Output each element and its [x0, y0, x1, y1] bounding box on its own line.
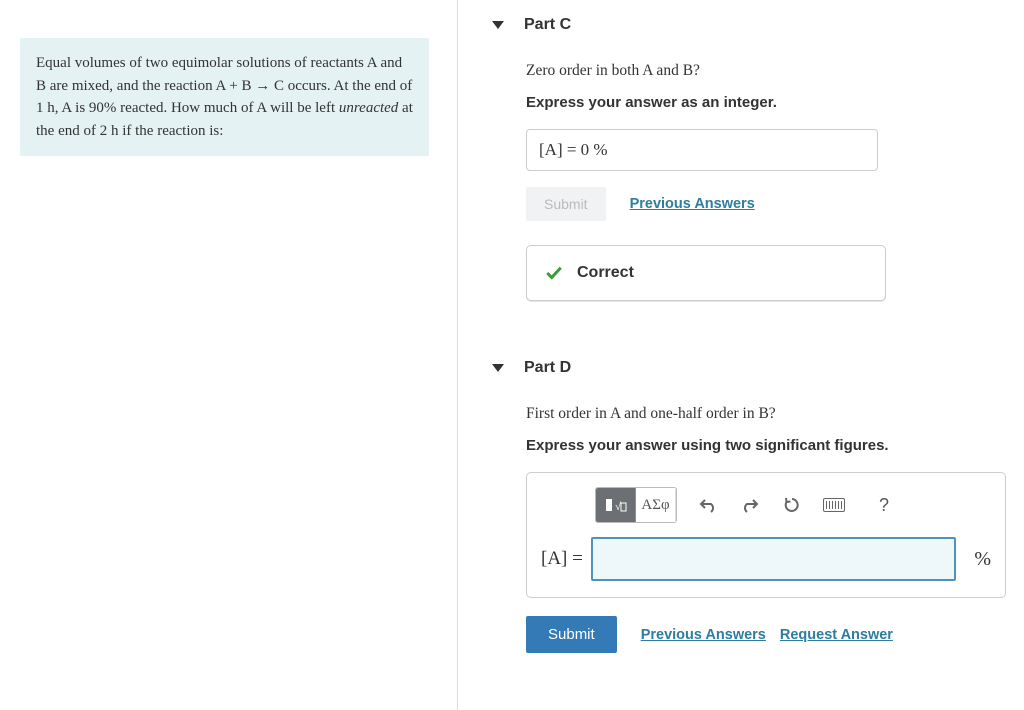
part-c-feedback: Correct: [526, 245, 886, 301]
caret-down-icon: [492, 364, 504, 372]
symbols-button[interactable]: ΑΣφ: [636, 488, 676, 522]
feedback-text: Correct: [577, 264, 634, 282]
part-d-previous-answers-link[interactable]: Previous Answers: [641, 627, 766, 643]
part-c-header[interactable]: Part C: [482, 4, 1006, 46]
reset-icon[interactable]: [775, 490, 809, 520]
part-d-instruction: Express your answer using two significan…: [526, 437, 1006, 454]
caret-down-icon: [492, 21, 504, 29]
equation-toolbar: √ ΑΣφ: [541, 487, 991, 523]
part-d-submit-button[interactable]: Submit: [526, 616, 617, 653]
answer-unit: %: [974, 548, 991, 571]
answer-input-panel: √ ΑΣφ: [526, 472, 1006, 598]
templates-button[interactable]: √: [596, 488, 636, 522]
problem-statement: Equal volumes of two equimolar solutions…: [20, 38, 429, 156]
part-d-question: First order in A and one-half order in B…: [526, 405, 1006, 423]
help-icon[interactable]: ?: [867, 490, 901, 520]
part-d-title: Part D: [524, 359, 571, 377]
part-c-title: Part C: [524, 16, 571, 34]
part-c-question: Zero order in both A and B?: [526, 62, 1006, 80]
part-d-request-answer-link[interactable]: Request Answer: [780, 627, 893, 643]
keyboard-icon[interactable]: [817, 490, 851, 520]
part-c-answer-display: [A] = 0 %: [526, 129, 878, 171]
answer-input[interactable]: [591, 537, 956, 581]
part-c-submit-button: Submit: [526, 187, 606, 221]
part-c-instruction: Express your answer as an integer.: [526, 94, 1006, 111]
part-c-previous-answers-link[interactable]: Previous Answers: [630, 196, 755, 212]
part-d-header[interactable]: Part D: [482, 347, 1006, 389]
check-icon: [545, 264, 563, 282]
undo-icon[interactable]: [691, 490, 725, 520]
answer-label: [A] =: [541, 548, 583, 570]
redo-icon[interactable]: [733, 490, 767, 520]
